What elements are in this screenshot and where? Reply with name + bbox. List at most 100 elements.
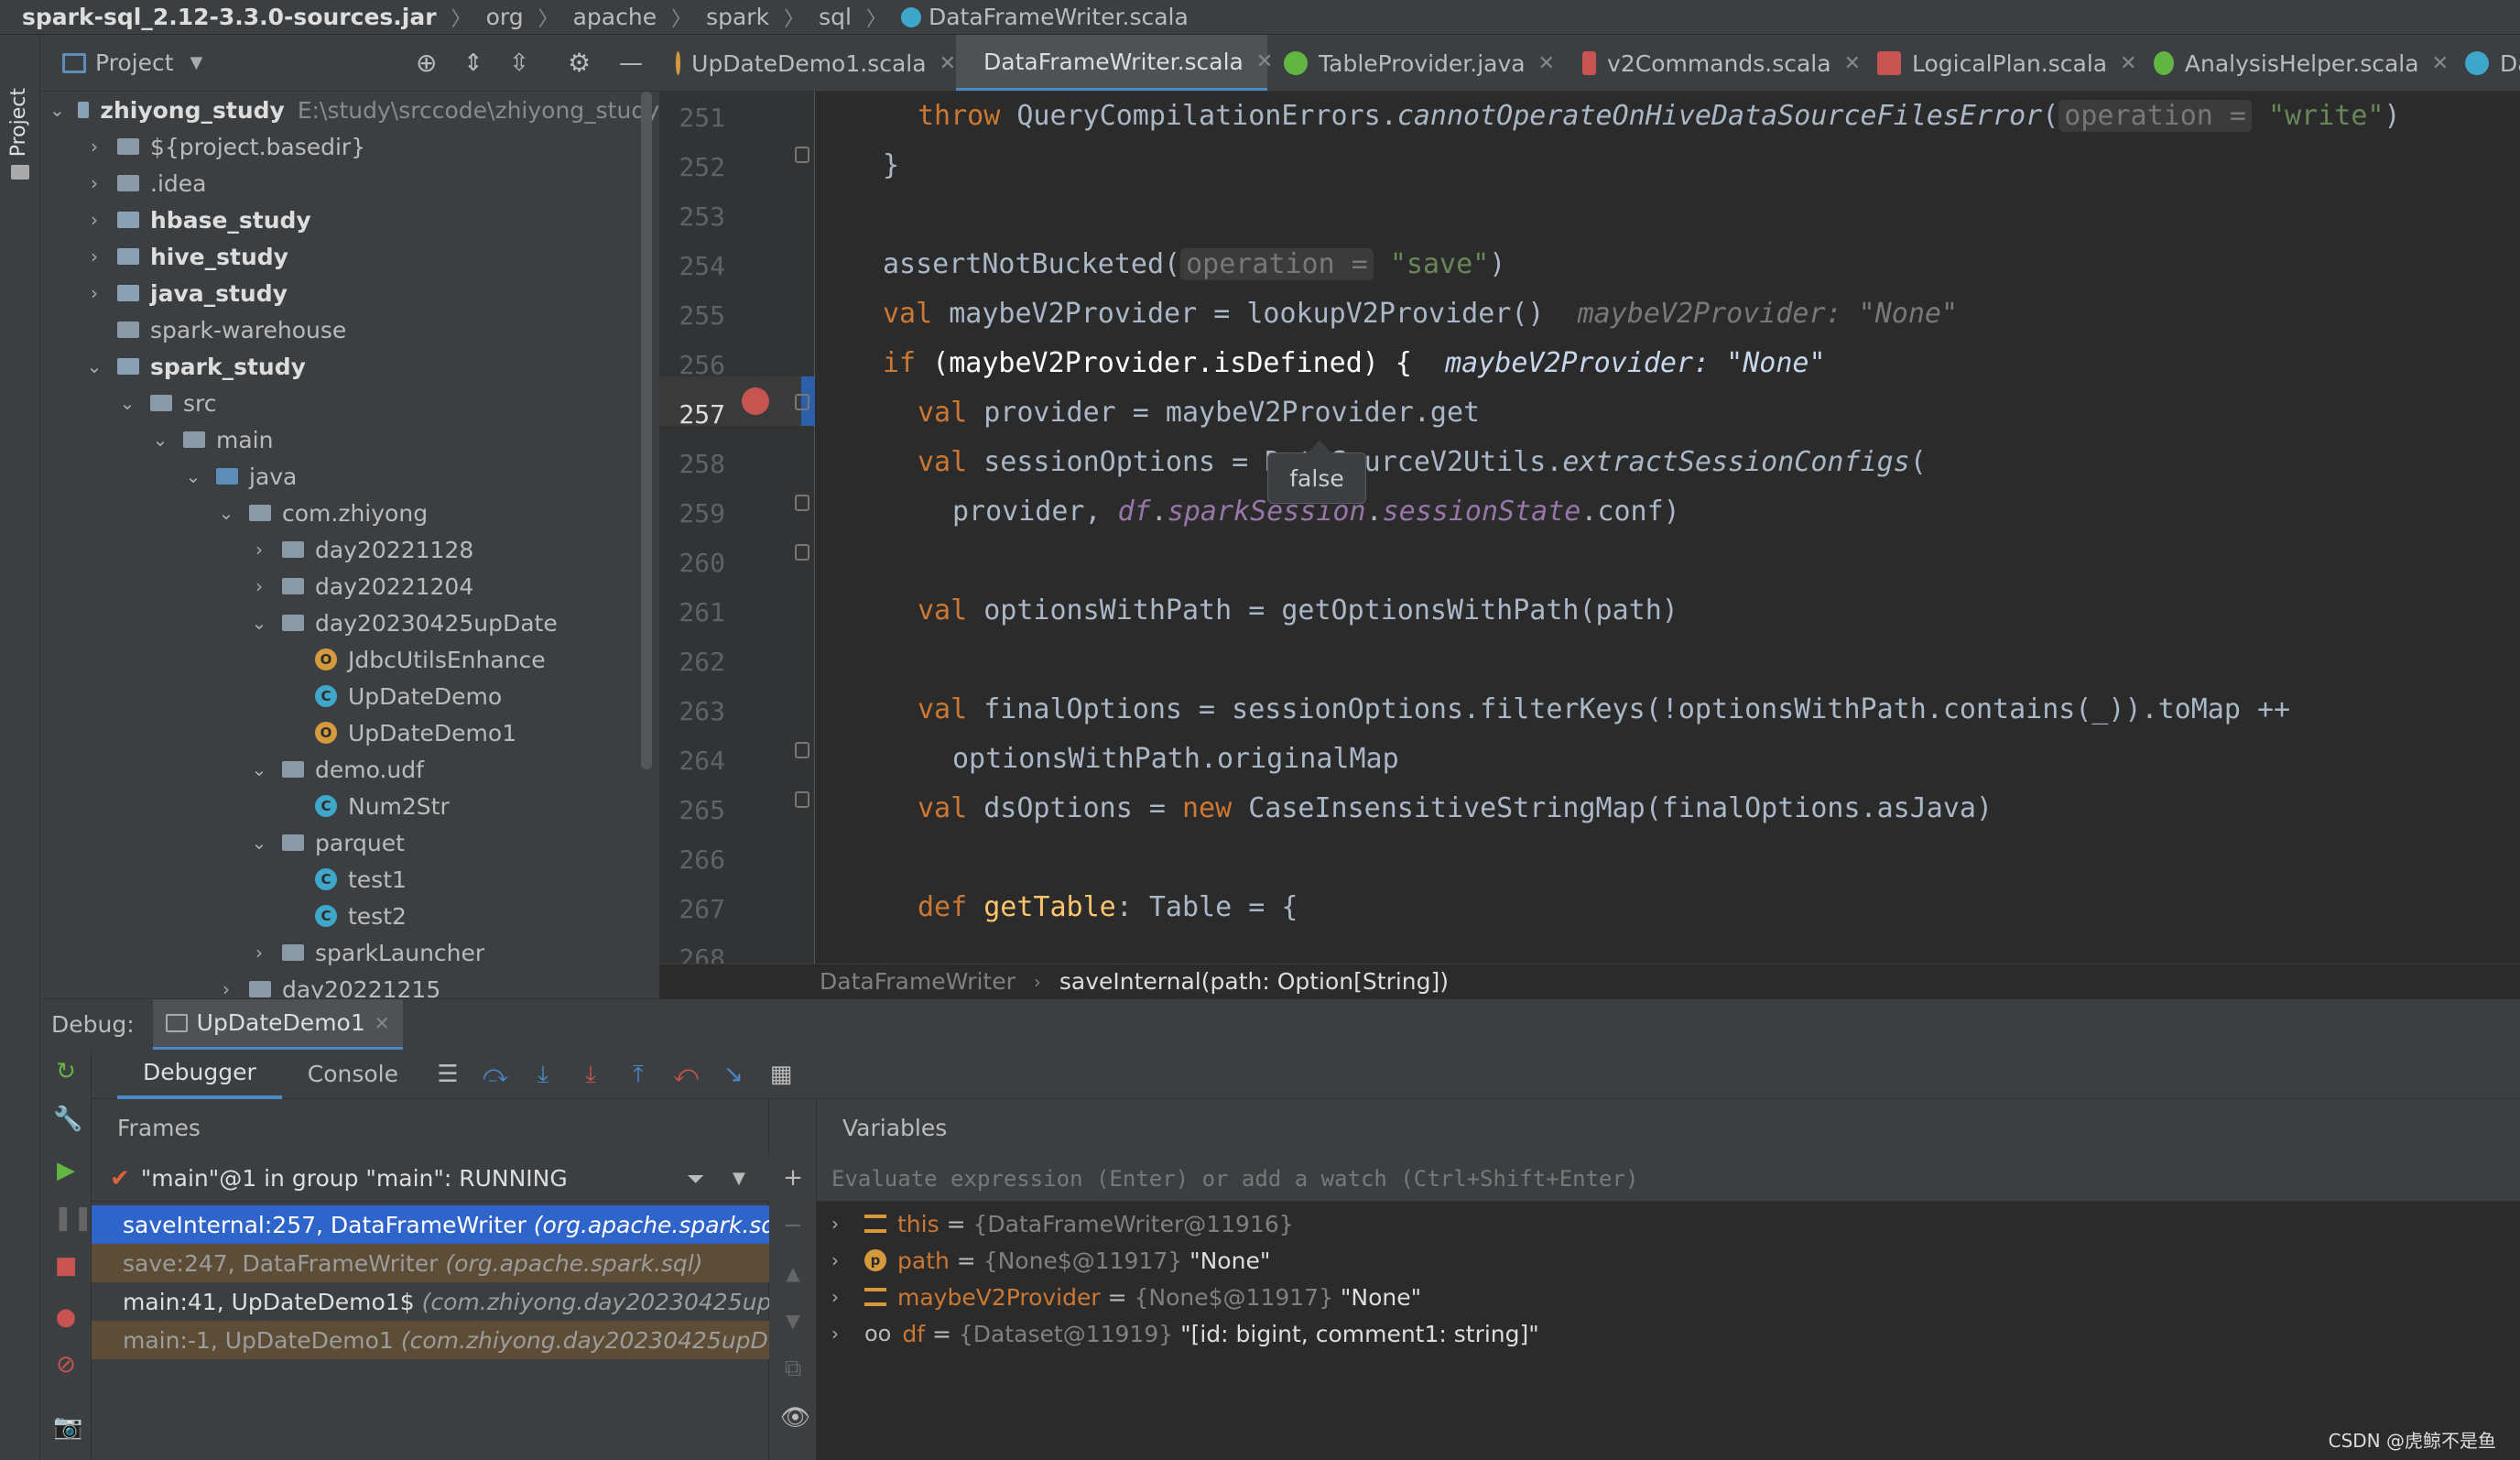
run-to-cursor-icon[interactable]: ↘: [718, 1059, 749, 1090]
minimize-icon[interactable]: —: [619, 49, 643, 77]
tree-item-main[interactable]: ⌄ main: [40, 421, 659, 458]
collapse-all-icon[interactable]: ⇳: [509, 49, 529, 77]
fold-icon[interactable]: [795, 147, 809, 163]
chevron-right-icon[interactable]: ›: [831, 1286, 852, 1308]
frame-item[interactable]: save:247, DataFrameWriter (org.apache.spa…: [92, 1244, 769, 1282]
view-breakpoints-icon[interactable]: ●: [53, 1304, 79, 1330]
tree-item-idea[interactable]: › .idea: [40, 165, 659, 202]
tab-dataframewriter[interactable]: DataFrameWriter.scala ✕: [956, 35, 1273, 91]
step-over-icon[interactable]: ⤼: [480, 1059, 511, 1090]
tree-item-root[interactable]: ⌄ zhiyong_study E:\study\srccode\zhiyong_s…: [40, 92, 659, 128]
eye-icon[interactable]: 👁: [780, 1405, 810, 1431]
tab-analysishelper[interactable]: AnalysisHelper.scala ✕: [2137, 35, 2449, 91]
variable-row[interactable]: › oo df = {Dataset@11919} "[id: bigint, co…: [817, 1315, 1539, 1352]
frame-item[interactable]: main:-1, UpDateDemo1 (com.zhiyong.day2023…: [92, 1321, 769, 1359]
evaluate-expression-input[interactable]: Evaluate expression (Enter) or add a wat…: [817, 1156, 2520, 1202]
tree-item-warehouse[interactable]: spark-warehouse: [40, 311, 659, 348]
variable-row[interactable]: › p path = {None$@11917} "None": [817, 1242, 1270, 1279]
menu-icon[interactable]: ☰: [432, 1059, 463, 1090]
chevron-down-icon[interactable]: ⌄: [216, 502, 236, 524]
move-down-icon[interactable]: ▼: [780, 1308, 806, 1334]
tab-console[interactable]: Console: [282, 1050, 424, 1099]
variable-row[interactable]: › maybeV2Provider = {None$@11917} "None": [817, 1279, 1421, 1315]
tree-item-package[interactable]: ⌄ com.zhiyong: [40, 495, 659, 531]
chevron-down-icon[interactable]: ⌄: [183, 465, 203, 487]
tab-debugger[interactable]: Debugger: [117, 1050, 282, 1099]
chevron-right-icon[interactable]: ›: [84, 136, 104, 158]
tab-v2commands[interactable]: v2Commands.scala ✕: [1566, 35, 1861, 91]
remove-watch-icon[interactable]: −: [780, 1213, 806, 1238]
close-icon[interactable]: ✕: [1538, 52, 1555, 75]
close-icon[interactable]: ✕: [940, 52, 956, 75]
debug-session-tab[interactable]: UpDateDemo1 ✕: [152, 998, 403, 1051]
tab-logicalplan[interactable]: LogicalPlan.scala ✕: [1861, 35, 2137, 91]
tree-item-file[interactable]: C Num2Str: [40, 788, 659, 824]
tree-item-file[interactable]: Ctest1: [40, 861, 659, 898]
chevron-right-icon[interactable]: ›: [216, 978, 236, 998]
step-into-icon[interactable]: ⤓: [527, 1059, 559, 1090]
chevron-right-icon[interactable]: ›: [831, 1323, 852, 1345]
breadcrumb-org[interactable]: org: [486, 4, 524, 30]
chevron-right-icon[interactable]: ›: [84, 209, 104, 231]
project-title[interactable]: Project: [95, 49, 174, 76]
chevron-down-icon[interactable]: ▼: [190, 53, 203, 72]
tree-item-package[interactable]: ⌄ day20230425upDate: [40, 605, 659, 641]
close-icon[interactable]: ✕: [2120, 52, 2136, 75]
tab-tableprovider[interactable]: TableProvider.java ✕: [1267, 35, 1566, 91]
variable-row[interactable]: › this = {DataFrameWriter@11916}: [817, 1205, 1301, 1242]
tree-item-basedir[interactable]: › ${project.basedir}: [40, 128, 659, 165]
fold-icon[interactable]: [795, 544, 809, 561]
close-icon[interactable]: ✕: [1844, 52, 1861, 75]
project-scrollbar[interactable]: [641, 92, 652, 769]
frame-item[interactable]: saveInternal:257, DataFrameWriter (org.ap…: [92, 1205, 769, 1244]
tree-item-package[interactable]: ⌄ demo.udf: [40, 751, 659, 788]
tab-updatedemo1[interactable]: UpDateDemo1.scala ✕: [659, 35, 956, 91]
resume-icon[interactable]: ▶: [53, 1158, 79, 1183]
tree-item-java[interactable]: › java_study: [40, 275, 659, 311]
force-step-into-icon[interactable]: ⤓: [575, 1059, 606, 1090]
mute-breakpoints-icon[interactable]: ⊘: [53, 1352, 79, 1378]
tree-item-package[interactable]: › day20221128: [40, 531, 659, 568]
pause-icon[interactable]: ❚❚: [53, 1205, 93, 1231]
fold-icon[interactable]: [795, 394, 809, 410]
drop-frame-icon[interactable]: ⤺: [670, 1059, 701, 1090]
breadcrumb-method[interactable]: saveInternal(path: Option[String]): [1059, 968, 1449, 995]
chevron-right-icon[interactable]: ›: [84, 282, 104, 304]
chevron-down-icon[interactable]: ⌄: [117, 392, 137, 414]
tree-item-file[interactable]: C UpDateDemo: [40, 678, 659, 714]
stop-icon[interactable]: ■: [53, 1253, 79, 1279]
tree-item-java-src[interactable]: ⌄ java: [40, 458, 659, 495]
tab-more[interactable]: Dat: [2449, 35, 2520, 91]
thread-selector[interactable]: ✔ "main"@1 in group "main": RUNNING ⏷ ▼: [92, 1156, 769, 1202]
breadcrumb-sql[interactable]: sql: [819, 4, 852, 30]
tree-item-src[interactable]: ⌄ src: [40, 385, 659, 421]
tree-item-spark[interactable]: ⌄ spark_study: [40, 348, 659, 385]
chevron-right-icon[interactable]: ›: [831, 1213, 852, 1235]
step-out-icon[interactable]: ⤒: [623, 1059, 654, 1090]
chevron-down-icon[interactable]: ⌄: [249, 832, 269, 854]
chevron-right-icon[interactable]: ›: [249, 539, 269, 561]
locate-icon[interactable]: ⊕: [416, 48, 437, 78]
tree-item-package[interactable]: › day20221204: [40, 568, 659, 605]
chevron-down-icon[interactable]: ⌄: [49, 99, 65, 121]
tree-item-file[interactable]: O JdbcUtilsEnhance: [40, 641, 659, 678]
chevron-right-icon[interactable]: ›: [831, 1249, 852, 1271]
tree-item-hive[interactable]: › hive_study: [40, 238, 659, 275]
fold-icon[interactable]: [795, 742, 809, 758]
chevron-down-icon[interactable]: ⌄: [150, 429, 170, 451]
chevron-right-icon[interactable]: ›: [249, 942, 269, 964]
fold-icon[interactable]: [795, 791, 809, 808]
tree-item-file[interactable]: Ctest2: [40, 898, 659, 934]
move-up-icon[interactable]: ▲: [780, 1260, 806, 1286]
close-icon[interactable]: ✕: [375, 1012, 390, 1034]
evaluate-expression-icon[interactable]: ▦: [766, 1059, 797, 1090]
breadcrumb-spark[interactable]: spark: [706, 4, 769, 30]
breadcrumb-file[interactable]: DataFrameWriter.scala: [929, 4, 1189, 30]
close-icon[interactable]: ✕: [2432, 52, 2449, 75]
tree-item-package[interactable]: › sparkLauncher: [40, 934, 659, 971]
breadcrumb-jar[interactable]: spark-sql_2.12-3.3.0-sources.jar: [22, 4, 437, 30]
chevron-down-icon[interactable]: ▼: [733, 1169, 745, 1188]
chevron-down-icon[interactable]: ⌄: [249, 612, 269, 634]
chevron-down-icon[interactable]: ⌄: [249, 758, 269, 780]
chevron-right-icon[interactable]: ›: [249, 575, 269, 597]
